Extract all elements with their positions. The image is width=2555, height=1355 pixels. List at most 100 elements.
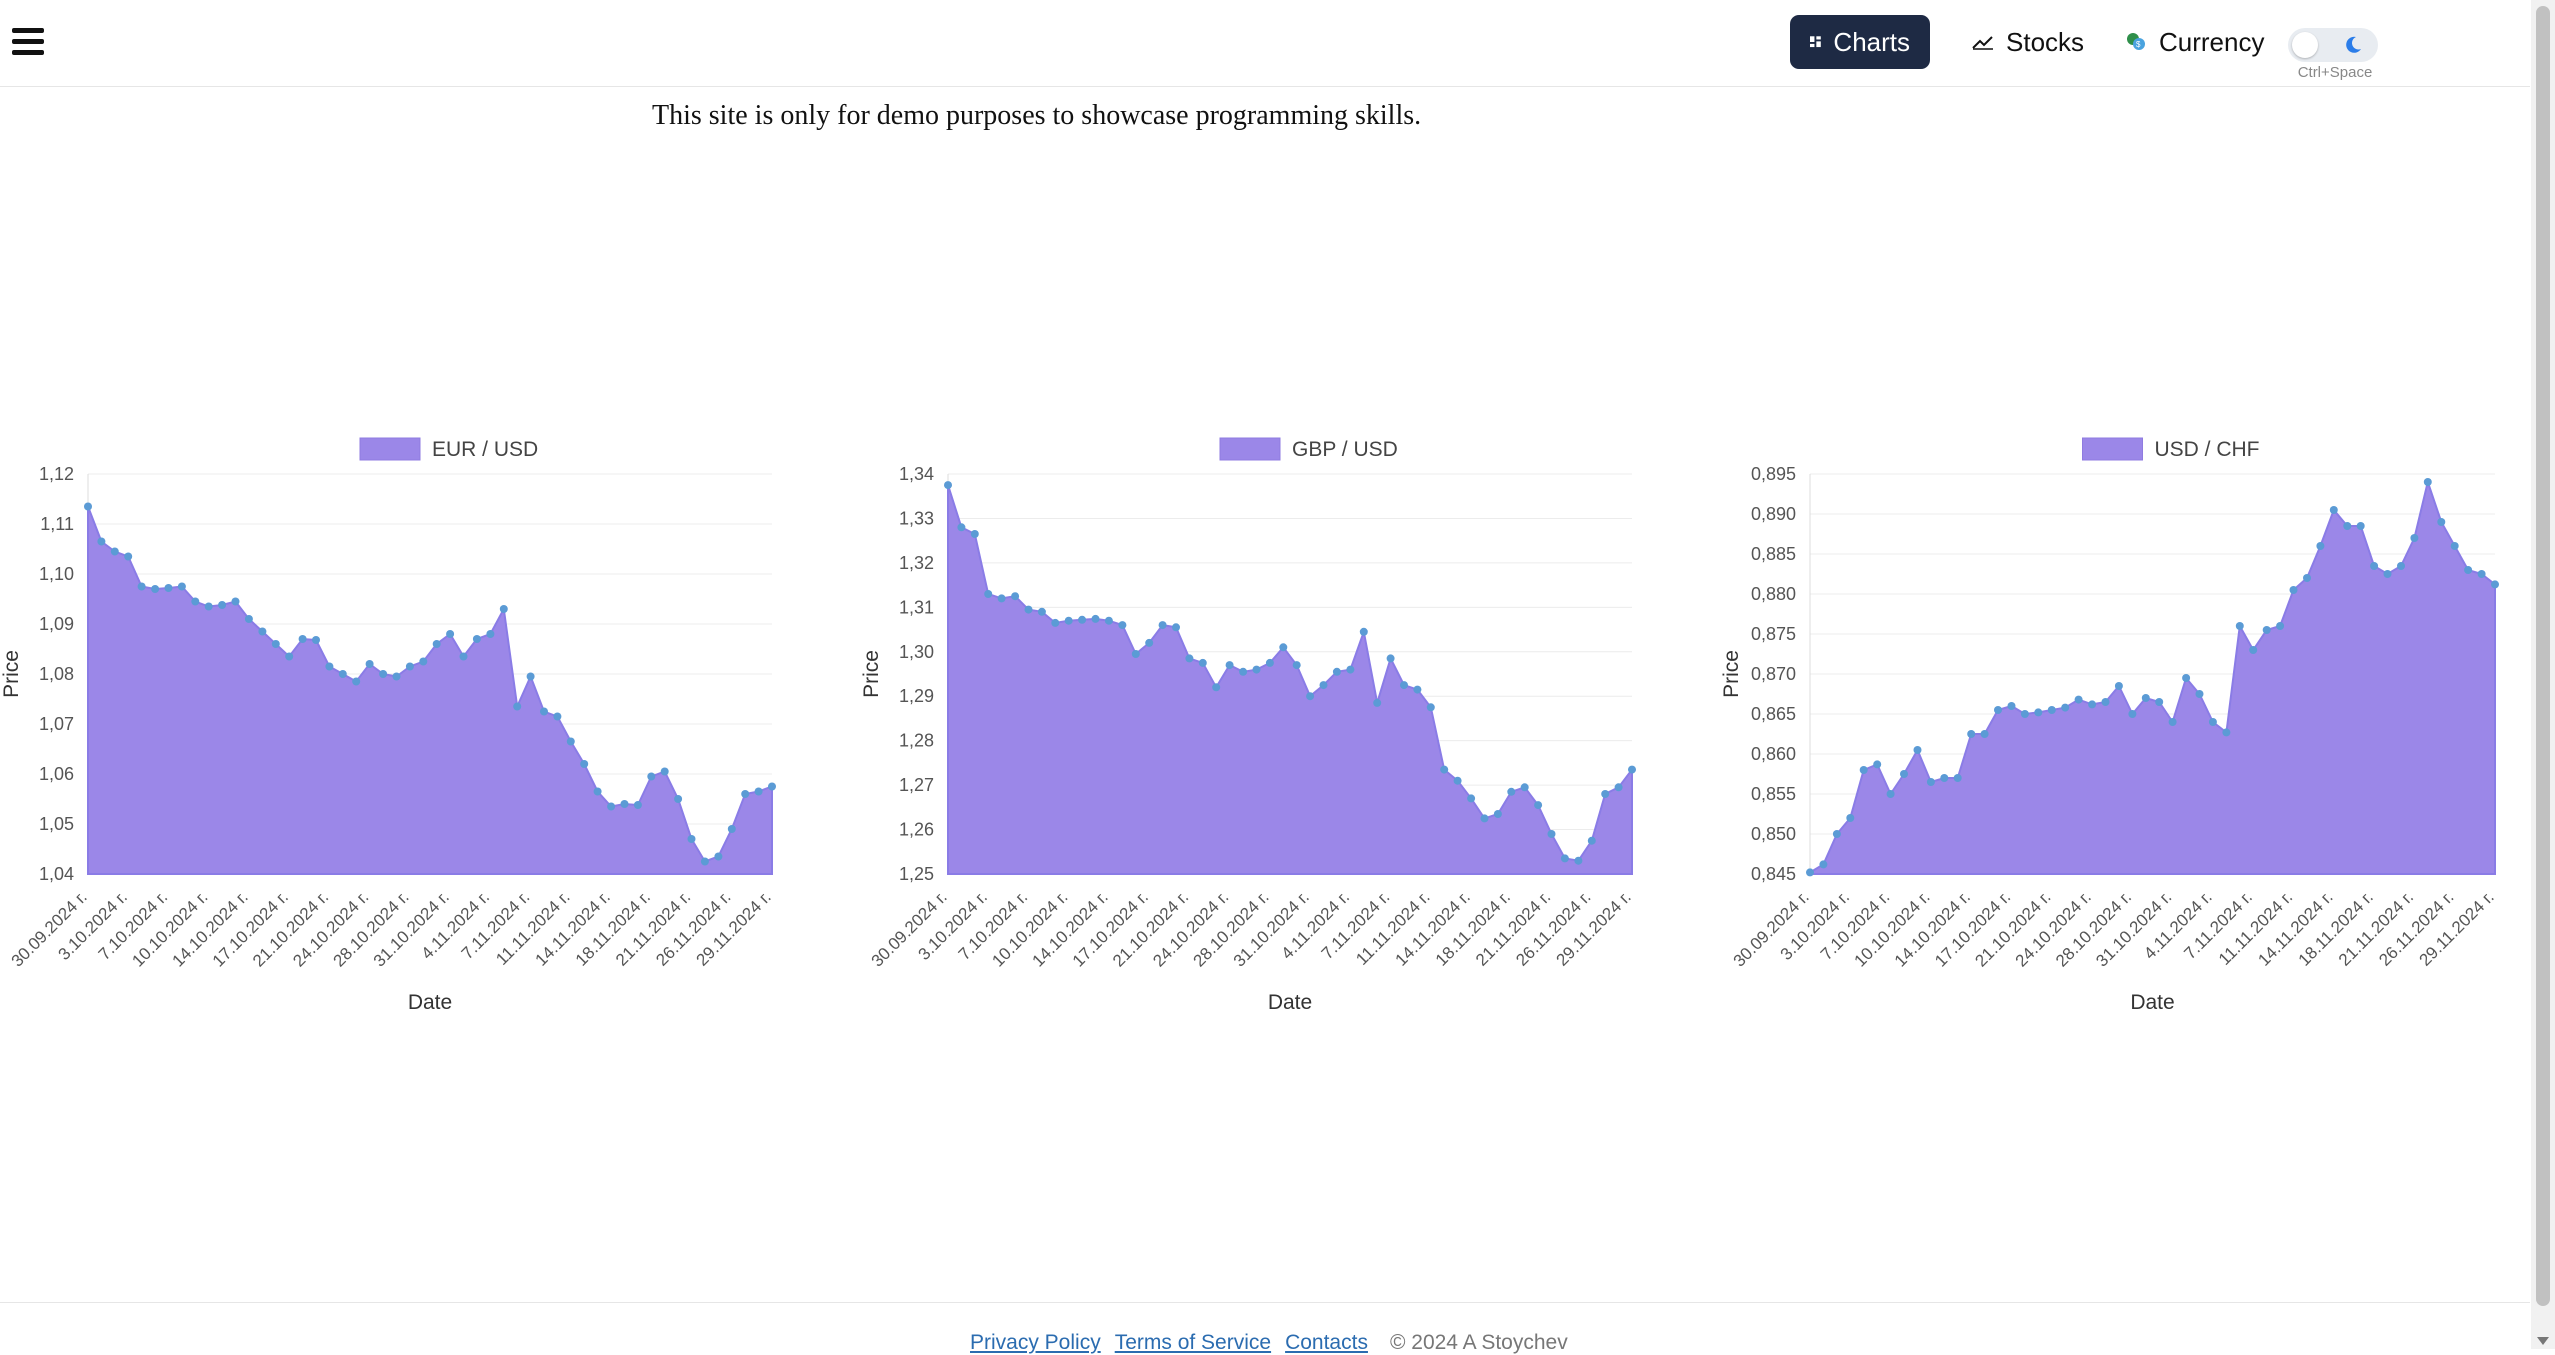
scroll-down-arrow-icon[interactable] [2537, 1337, 2549, 1345]
data-point [218, 601, 227, 609]
y-tick-label: 1,10 [39, 564, 74, 584]
data-point [2343, 522, 2352, 530]
data-point [1011, 592, 1020, 601]
dashboard-icon [1810, 36, 1821, 48]
data-point [2316, 542, 2325, 550]
data-point [379, 670, 388, 678]
data-point [110, 547, 119, 556]
y-tick-label: 0,875 [1751, 624, 1796, 644]
data-point [2397, 562, 2405, 570]
hamburger-icon[interactable] [10, 24, 46, 60]
data-point [2101, 698, 2110, 706]
data-point [687, 835, 696, 843]
data-point [526, 672, 535, 681]
contacts-link[interactable]: Contacts [1285, 1331, 1368, 1355]
copyright: © 2024 A Stoychev [1389, 1331, 1568, 1354]
y-tick-label: 0,885 [1751, 544, 1796, 564]
data-point [2437, 518, 2446, 526]
data-point [2007, 702, 2016, 710]
nav-stocks-label: Stocks [2006, 26, 2085, 57]
data-point [1547, 830, 1556, 838]
data-point [1332, 667, 1341, 676]
data-point [137, 582, 146, 591]
data-point [472, 635, 481, 643]
data-point [1265, 658, 1274, 667]
data-point [2128, 710, 2137, 718]
moon-icon [2346, 36, 2361, 53]
data-point [1900, 770, 1908, 778]
data-point [2074, 695, 2083, 704]
data-point [298, 635, 307, 643]
data-point [1467, 794, 1476, 803]
legend-label: GBP / USD [1292, 438, 1398, 461]
data-point [2168, 718, 2177, 726]
data-point [566, 737, 575, 746]
data-point [1346, 665, 1355, 674]
data-point [2329, 506, 2338, 514]
y-tick-label: 0,855 [1751, 784, 1796, 804]
data-point [1091, 614, 1100, 623]
nav-currency-button[interactable]: $ Currency [2105, 15, 2284, 69]
data-point [1145, 638, 1154, 647]
data-point [2155, 698, 2164, 706]
currency-icon: $ [2127, 33, 2145, 50]
terms-of-service-link[interactable]: Terms of Service [1115, 1331, 1271, 1355]
data-point [2249, 646, 2258, 654]
theme-toggle[interactable] [2288, 28, 2378, 62]
y-tick-label: 1,08 [39, 664, 74, 684]
data-point [285, 652, 294, 661]
data-point [405, 662, 414, 671]
data-point [2222, 728, 2231, 737]
data-point [271, 640, 280, 648]
y-axis-title: Price [0, 650, 23, 698]
data-point [1292, 661, 1301, 670]
data-point [1507, 787, 1516, 796]
data-point [1400, 681, 1408, 690]
data-point [177, 582, 186, 591]
data-point [352, 677, 361, 686]
nav-charts-label: Charts [1833, 26, 1910, 57]
legend-swatch [1219, 437, 1281, 461]
data-point [714, 852, 723, 861]
y-tick-label: 1,29 [899, 686, 934, 706]
data-point [2383, 570, 2392, 578]
nav-stocks-button[interactable]: Stocks [1952, 15, 2104, 69]
chart-svg: USD / CHF 0,845 0,850 0,855 0,860 0,865 0,870 0… [1720, 437, 2499, 1014]
data-point [499, 605, 508, 613]
svg-text:$: $ [2136, 40, 2141, 49]
y-axis-title: Price [1720, 650, 1743, 698]
data-point [1587, 836, 1596, 845]
nav-charts-button[interactable]: Charts [1790, 15, 1930, 69]
privacy-policy-link[interactable]: Privacy Policy [970, 1331, 1101, 1355]
data-point [1493, 810, 1502, 818]
data-point [540, 707, 548, 716]
data-point [957, 523, 966, 532]
data-point [1994, 706, 2002, 714]
legend-swatch [2082, 437, 2143, 461]
legend-swatch [359, 437, 421, 461]
y-tick-label: 1,33 [899, 508, 934, 528]
data-point [2423, 478, 2432, 486]
data-point [647, 772, 656, 781]
legend-label: EUR / USD [432, 438, 538, 461]
data-point [1198, 658, 1207, 667]
scrollbar[interactable] [2531, 0, 2555, 1349]
data-point [593, 787, 602, 796]
x-axis-title: Date [1268, 991, 1312, 1014]
data-point [1078, 615, 1087, 624]
data-point [164, 584, 173, 592]
data-point [459, 652, 468, 661]
data-point [204, 602, 213, 611]
data-point [984, 590, 993, 598]
scrollbar-thumb[interactable] [2536, 6, 2550, 1306]
data-point [2034, 708, 2043, 717]
y-tick-label: 1,12 [39, 464, 74, 484]
data-point [2208, 718, 2217, 726]
data-point [2303, 574, 2311, 582]
data-point [741, 790, 750, 798]
data-point [2262, 626, 2271, 634]
data-point [513, 702, 522, 711]
data-point [1319, 681, 1328, 690]
data-point [2410, 534, 2419, 542]
data-point [1172, 623, 1180, 632]
